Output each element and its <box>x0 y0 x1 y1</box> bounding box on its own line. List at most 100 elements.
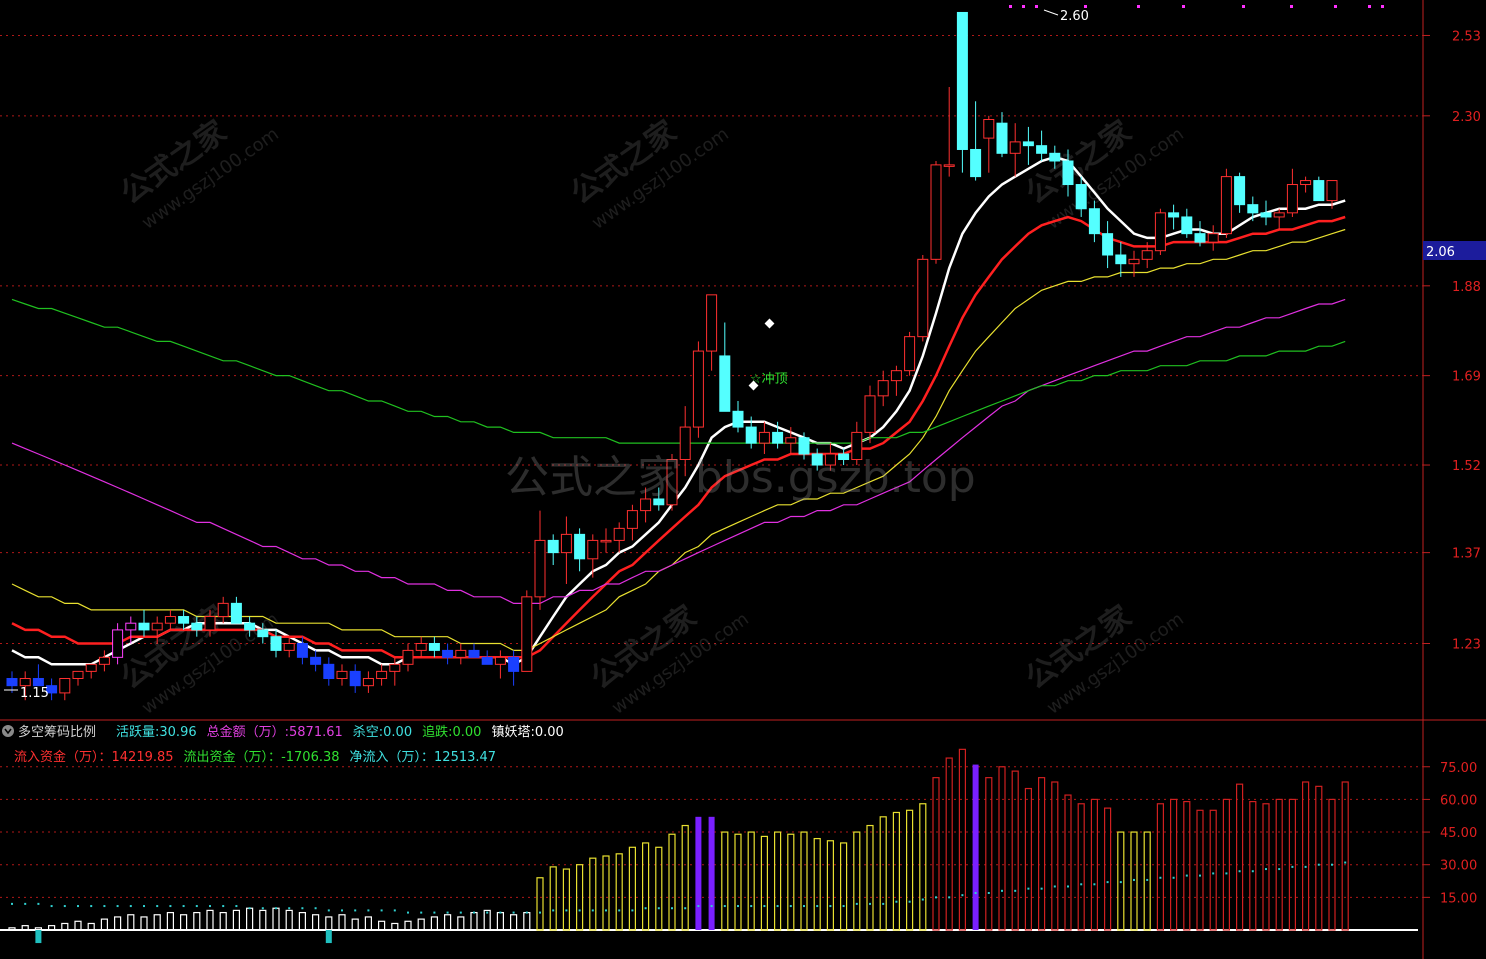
candle-body <box>389 663 401 672</box>
indicator-dot <box>1317 863 1320 866</box>
indicator-dot <box>1212 872 1215 875</box>
indicator-dot <box>776 905 779 908</box>
candle-body <box>72 670 84 679</box>
watermark-stamps: 公式之家 www.gszj100.com 公式之家 www.gszj100.co… <box>115 114 1188 719</box>
candle-body <box>125 622 137 631</box>
indicator-dot <box>156 905 159 908</box>
price-tick-label: 1.88 <box>1452 280 1481 295</box>
indicator-bar <box>615 853 623 931</box>
indicator-bar <box>378 920 386 931</box>
candle-body <box>587 539 599 560</box>
indicator-bar <box>206 909 214 931</box>
signal-diamond <box>764 318 775 329</box>
candle-body <box>296 643 308 658</box>
indicator-dot <box>235 905 238 908</box>
indicator-dot <box>855 902 858 905</box>
indicator-bar <box>219 911 227 931</box>
price-tick-label: 1.37 <box>1452 547 1481 562</box>
indicator-dot <box>143 905 145 908</box>
price-tick-label: 1.52 <box>1452 459 1481 474</box>
candle-body <box>349 670 361 687</box>
indicator-dot <box>341 909 343 912</box>
moving-average-line <box>11 298 1346 444</box>
indicator-tick-label: 30.00 <box>1440 859 1477 874</box>
candle-body <box>1009 141 1021 154</box>
candle-body <box>1049 152 1061 162</box>
indicator-bar <box>549 866 557 931</box>
indicator-bar <box>1143 831 1151 931</box>
indicator-dot <box>1093 883 1096 886</box>
indicator-dot <box>1172 876 1175 879</box>
indicator-bar <box>166 911 174 931</box>
candle-body <box>1102 233 1114 256</box>
indicator-dot <box>169 905 172 908</box>
indicator-bar <box>8 927 16 931</box>
candle-body <box>1273 212 1285 218</box>
indicator-bar <box>246 907 254 931</box>
candle-body <box>600 539 612 543</box>
indicator-dot <box>684 907 687 910</box>
indicator-bar <box>298 911 306 931</box>
indicator-dot <box>116 905 119 908</box>
indicator-dot <box>433 911 436 914</box>
indicator-dot <box>842 905 845 908</box>
indicator-bar <box>919 803 927 931</box>
indicator-dot <box>1344 861 1347 864</box>
indicator-dot <box>723 905 726 908</box>
indicator-dot <box>948 896 951 899</box>
indicator-field: 净流入（万）：12513.47 <box>350 750 497 765</box>
indicator-dot <box>1027 887 1030 890</box>
indicator-dot <box>1185 874 1188 877</box>
indicator-bar <box>1262 803 1270 931</box>
candle-body <box>362 677 374 687</box>
candle-body <box>706 294 718 352</box>
indicator-bar <box>1077 803 1085 931</box>
indicator-bar <box>695 816 702 930</box>
indicator-bar <box>655 846 663 931</box>
moving-average-line <box>11 215 1346 659</box>
indicator-bar <box>787 833 795 931</box>
indicator-bar <box>905 809 914 931</box>
candle-body <box>1181 216 1193 235</box>
indicator-bar <box>364 916 372 931</box>
indicator-bar <box>747 831 755 931</box>
candle-body <box>442 649 454 658</box>
indicator-menu-icon[interactable] <box>2 725 14 737</box>
candle-body <box>930 164 942 260</box>
indicator-dot <box>803 905 805 908</box>
indicator-dot <box>63 905 66 908</box>
candle-body <box>6 677 18 687</box>
price-tick-label: 1.69 <box>1452 370 1481 385</box>
indicator-bar <box>351 918 359 931</box>
indicator-dot <box>908 900 911 903</box>
indicator-dot <box>195 905 198 908</box>
indicator-dot <box>631 909 634 912</box>
candle-body <box>1115 254 1127 265</box>
indicator-dot <box>222 905 225 908</box>
candle-body <box>164 616 176 624</box>
indicator-dot <box>644 907 647 910</box>
indicator-bars <box>8 748 1349 944</box>
indicator-dot <box>261 907 264 910</box>
indicator-field: 流出资金（万）：-1706.38 <box>184 749 340 765</box>
candle-body <box>1207 233 1219 243</box>
candle-body <box>376 670 388 679</box>
candle-body <box>1247 204 1259 214</box>
candle-body <box>1194 233 1206 243</box>
indicator-bar <box>1235 783 1244 931</box>
candle-body <box>732 410 744 428</box>
indicator-bar <box>325 916 333 931</box>
indicator-dot <box>314 907 317 910</box>
candle-body <box>468 649 480 658</box>
indicator-field: 杀空:0.00 <box>353 725 412 740</box>
price-tick-label: 1.23 <box>1452 638 1481 653</box>
indicator-dot <box>393 909 396 912</box>
indicator-dot <box>486 911 489 914</box>
candle-body <box>1128 258 1140 265</box>
candle-body <box>151 622 163 631</box>
indicator-bar <box>259 909 267 931</box>
indicator-bar <box>998 766 1006 931</box>
candle-body <box>1234 176 1246 206</box>
indicator-bar <box>1209 809 1217 931</box>
indicator-bar <box>285 909 293 931</box>
